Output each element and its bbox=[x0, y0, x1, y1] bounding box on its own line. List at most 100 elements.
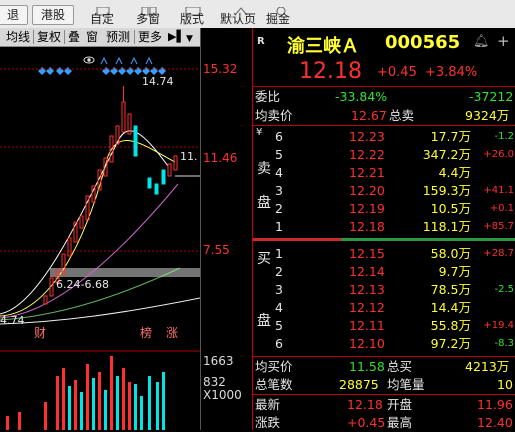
bid-level-row[interactable]: 6 12.10 97.2万 -8.3 bbox=[253, 334, 515, 353]
ask-level-row[interactable]: 4 12.21 4.4万 bbox=[253, 163, 515, 182]
ask-change: +26.0 bbox=[483, 149, 514, 160]
stock-name: 渝三峡Ａ bbox=[287, 36, 359, 57]
ask-level-num: 2 bbox=[275, 201, 283, 216]
ask-price: 12.20 bbox=[349, 183, 385, 198]
bid-level-num: 6 bbox=[275, 336, 283, 351]
toolbar-item-layout[interactable]: 版式 bbox=[180, 10, 204, 27]
bid-level-num: 4 bbox=[275, 300, 283, 315]
ask-level-row[interactable]: 1 12.18 118.1万 +85.7 bbox=[253, 217, 515, 236]
tab-window[interactable]: 窗 bbox=[86, 29, 98, 45]
add-icon[interactable]: + bbox=[497, 32, 510, 50]
book-divider bbox=[253, 238, 515, 241]
total-buy-value: 4213万 bbox=[465, 359, 510, 374]
bell-icon[interactable]: 🔔︎ bbox=[473, 34, 490, 49]
ask-change: +0.1 bbox=[489, 203, 514, 214]
high-marker-label: 14.74 bbox=[142, 75, 174, 88]
ask-level-row[interactable]: 3 12.20 159.3万 +41.1 bbox=[253, 181, 515, 200]
total-trades-value: 28875 bbox=[339, 377, 379, 392]
ask-level-row[interactable]: 2 12.19 10.5万 +0.1 bbox=[253, 199, 515, 218]
total-sell-value: 9324万 bbox=[465, 108, 510, 123]
axis-low-label: 7.55 bbox=[203, 243, 230, 257]
bid-price: 12.12 bbox=[349, 300, 385, 315]
event-label-limitup[interactable]: 涨 bbox=[166, 324, 178, 341]
total-trades-label: 总笔数 bbox=[255, 377, 293, 392]
ask-change: +41.1 bbox=[483, 185, 514, 196]
tab-ma[interactable]: 均线 bbox=[6, 29, 30, 45]
bid-level-row[interactable]: 1 12.15 58.0万 +28.7 bbox=[253, 244, 515, 263]
ask-level-row[interactable]: 6 12.23 17.7万 -1.2 bbox=[253, 127, 515, 146]
bid-level-row[interactable]: 4 12.12 14.4万 bbox=[253, 298, 515, 317]
ask-price: 12.22 bbox=[349, 147, 385, 162]
tab-forecast[interactable]: 预测 bbox=[106, 29, 130, 45]
bid-price: 12.15 bbox=[349, 246, 385, 261]
weibi-value: -33.84% bbox=[335, 89, 388, 104]
ask-level-num: 3 bbox=[275, 183, 283, 198]
kline-chart-panel: 均线 复权 叠 窗 预测 更多 ▶▌ ▼ 14.74 6.24-6.68 4.7… bbox=[0, 28, 200, 430]
total-buy-label: 总买 bbox=[387, 359, 413, 374]
ask-level-num: 4 bbox=[275, 165, 283, 180]
ask-level-num: 6 bbox=[275, 129, 283, 144]
toolbar-item-dig[interactable]: 掘金 bbox=[266, 10, 290, 27]
last-row: 最新 12.18 开盘 11.96 bbox=[253, 395, 515, 414]
expand-arrow-icon[interactable]: ▶▌ bbox=[168, 29, 185, 45]
high-value: 12.40 bbox=[477, 415, 513, 430]
ask-level-row[interactable]: 5 12.22 347.2万 +26.0 bbox=[253, 145, 515, 164]
bid-level-num: 2 bbox=[275, 264, 283, 279]
stock-code: 000565 bbox=[385, 32, 461, 53]
tab-rights[interactable]: 复权 bbox=[37, 29, 61, 45]
bid-level-num: 1 bbox=[275, 246, 283, 261]
event-label-finance[interactable]: 财 bbox=[34, 324, 46, 341]
bid-price: 12.11 bbox=[349, 318, 385, 333]
tab-overlay[interactable]: 叠 bbox=[68, 29, 80, 45]
bid-level-row[interactable]: 3 12.13 78.5万 -2.5 bbox=[253, 280, 515, 299]
bid-change: -8.3 bbox=[494, 338, 514, 349]
top-toolbar: 退 港股 自定 多窗 版式 默认页 掘金 bbox=[0, 0, 515, 29]
quote-panel: R 渝三峡Ａ 000565 🔔︎ + 12.18 +0.45 +3.84% 委比… bbox=[252, 28, 515, 430]
ask-price: 12.18 bbox=[349, 219, 385, 234]
toolbar-item-custom[interactable]: 自定 bbox=[90, 10, 114, 27]
ask-change: +85.7 bbox=[483, 221, 514, 232]
ma-tag: 11. bbox=[180, 150, 198, 163]
quote-header: R 渝三峡Ａ 000565 🔔︎ + bbox=[253, 28, 515, 58]
bid-price: 12.14 bbox=[349, 264, 385, 279]
toolbar-item-default-page[interactable]: 默认页 bbox=[220, 10, 256, 27]
ask-volume: 347.2万 bbox=[422, 147, 471, 162]
bid-change: +28.7 bbox=[483, 248, 514, 259]
bid-level-num: 5 bbox=[275, 318, 283, 333]
chg-value: +0.45 bbox=[347, 415, 386, 430]
avg-buy-value: 11.58 bbox=[349, 359, 385, 374]
bid-volume: 55.8万 bbox=[430, 318, 471, 333]
avg-vol-label: 均笔量 bbox=[387, 377, 425, 392]
range-label: 6.24-6.68 bbox=[56, 278, 109, 291]
price-row: 12.18 +0.45 +3.84% bbox=[253, 58, 515, 87]
high-label: 最高 bbox=[387, 415, 413, 430]
ask-volume: 118.1万 bbox=[422, 219, 471, 234]
last-price: 12.18 bbox=[299, 59, 362, 84]
change-row: 涨跌 +0.45 最高 12.40 bbox=[253, 413, 515, 432]
bid-level-num: 3 bbox=[275, 282, 283, 297]
ask-volume: 4.4万 bbox=[438, 165, 471, 180]
toolbar-item-multiwindow[interactable]: 多窗 bbox=[136, 10, 160, 27]
bid-level-row[interactable]: 2 12.14 9.7万 bbox=[253, 262, 515, 281]
bid-price: 12.13 bbox=[349, 282, 385, 297]
signal-diamonds bbox=[38, 67, 166, 75]
hk-stock-button[interactable]: 港股 bbox=[32, 5, 74, 25]
bid-volume: 78.5万 bbox=[430, 282, 471, 297]
open-value: 11.96 bbox=[477, 397, 513, 412]
tab-more[interactable]: 更多 bbox=[138, 29, 162, 45]
badge: R bbox=[257, 36, 265, 47]
avg-buy-row: 均买价 11.58 总买 4213万 bbox=[253, 357, 515, 376]
total-sell-label: 总卖 bbox=[389, 108, 415, 123]
price-change: +0.45 bbox=[377, 65, 417, 80]
bid-change: -2.5 bbox=[494, 284, 514, 295]
ask-price: 12.23 bbox=[349, 129, 385, 144]
bid-level-row[interactable]: 5 12.11 55.8万 +19.4 bbox=[253, 316, 515, 335]
back-button[interactable]: 退 bbox=[0, 5, 28, 25]
axis-vol-mid: 832 bbox=[203, 375, 226, 389]
dropdown-icon[interactable]: ▼ bbox=[186, 31, 193, 47]
kline-svg bbox=[0, 56, 200, 430]
event-label-rank[interactable]: 榜 bbox=[140, 324, 152, 341]
trades-row: 总笔数 28875 均笔量 10 bbox=[253, 375, 515, 394]
ask-price: 12.21 bbox=[349, 165, 385, 180]
bid-volume: 14.4万 bbox=[430, 300, 471, 315]
